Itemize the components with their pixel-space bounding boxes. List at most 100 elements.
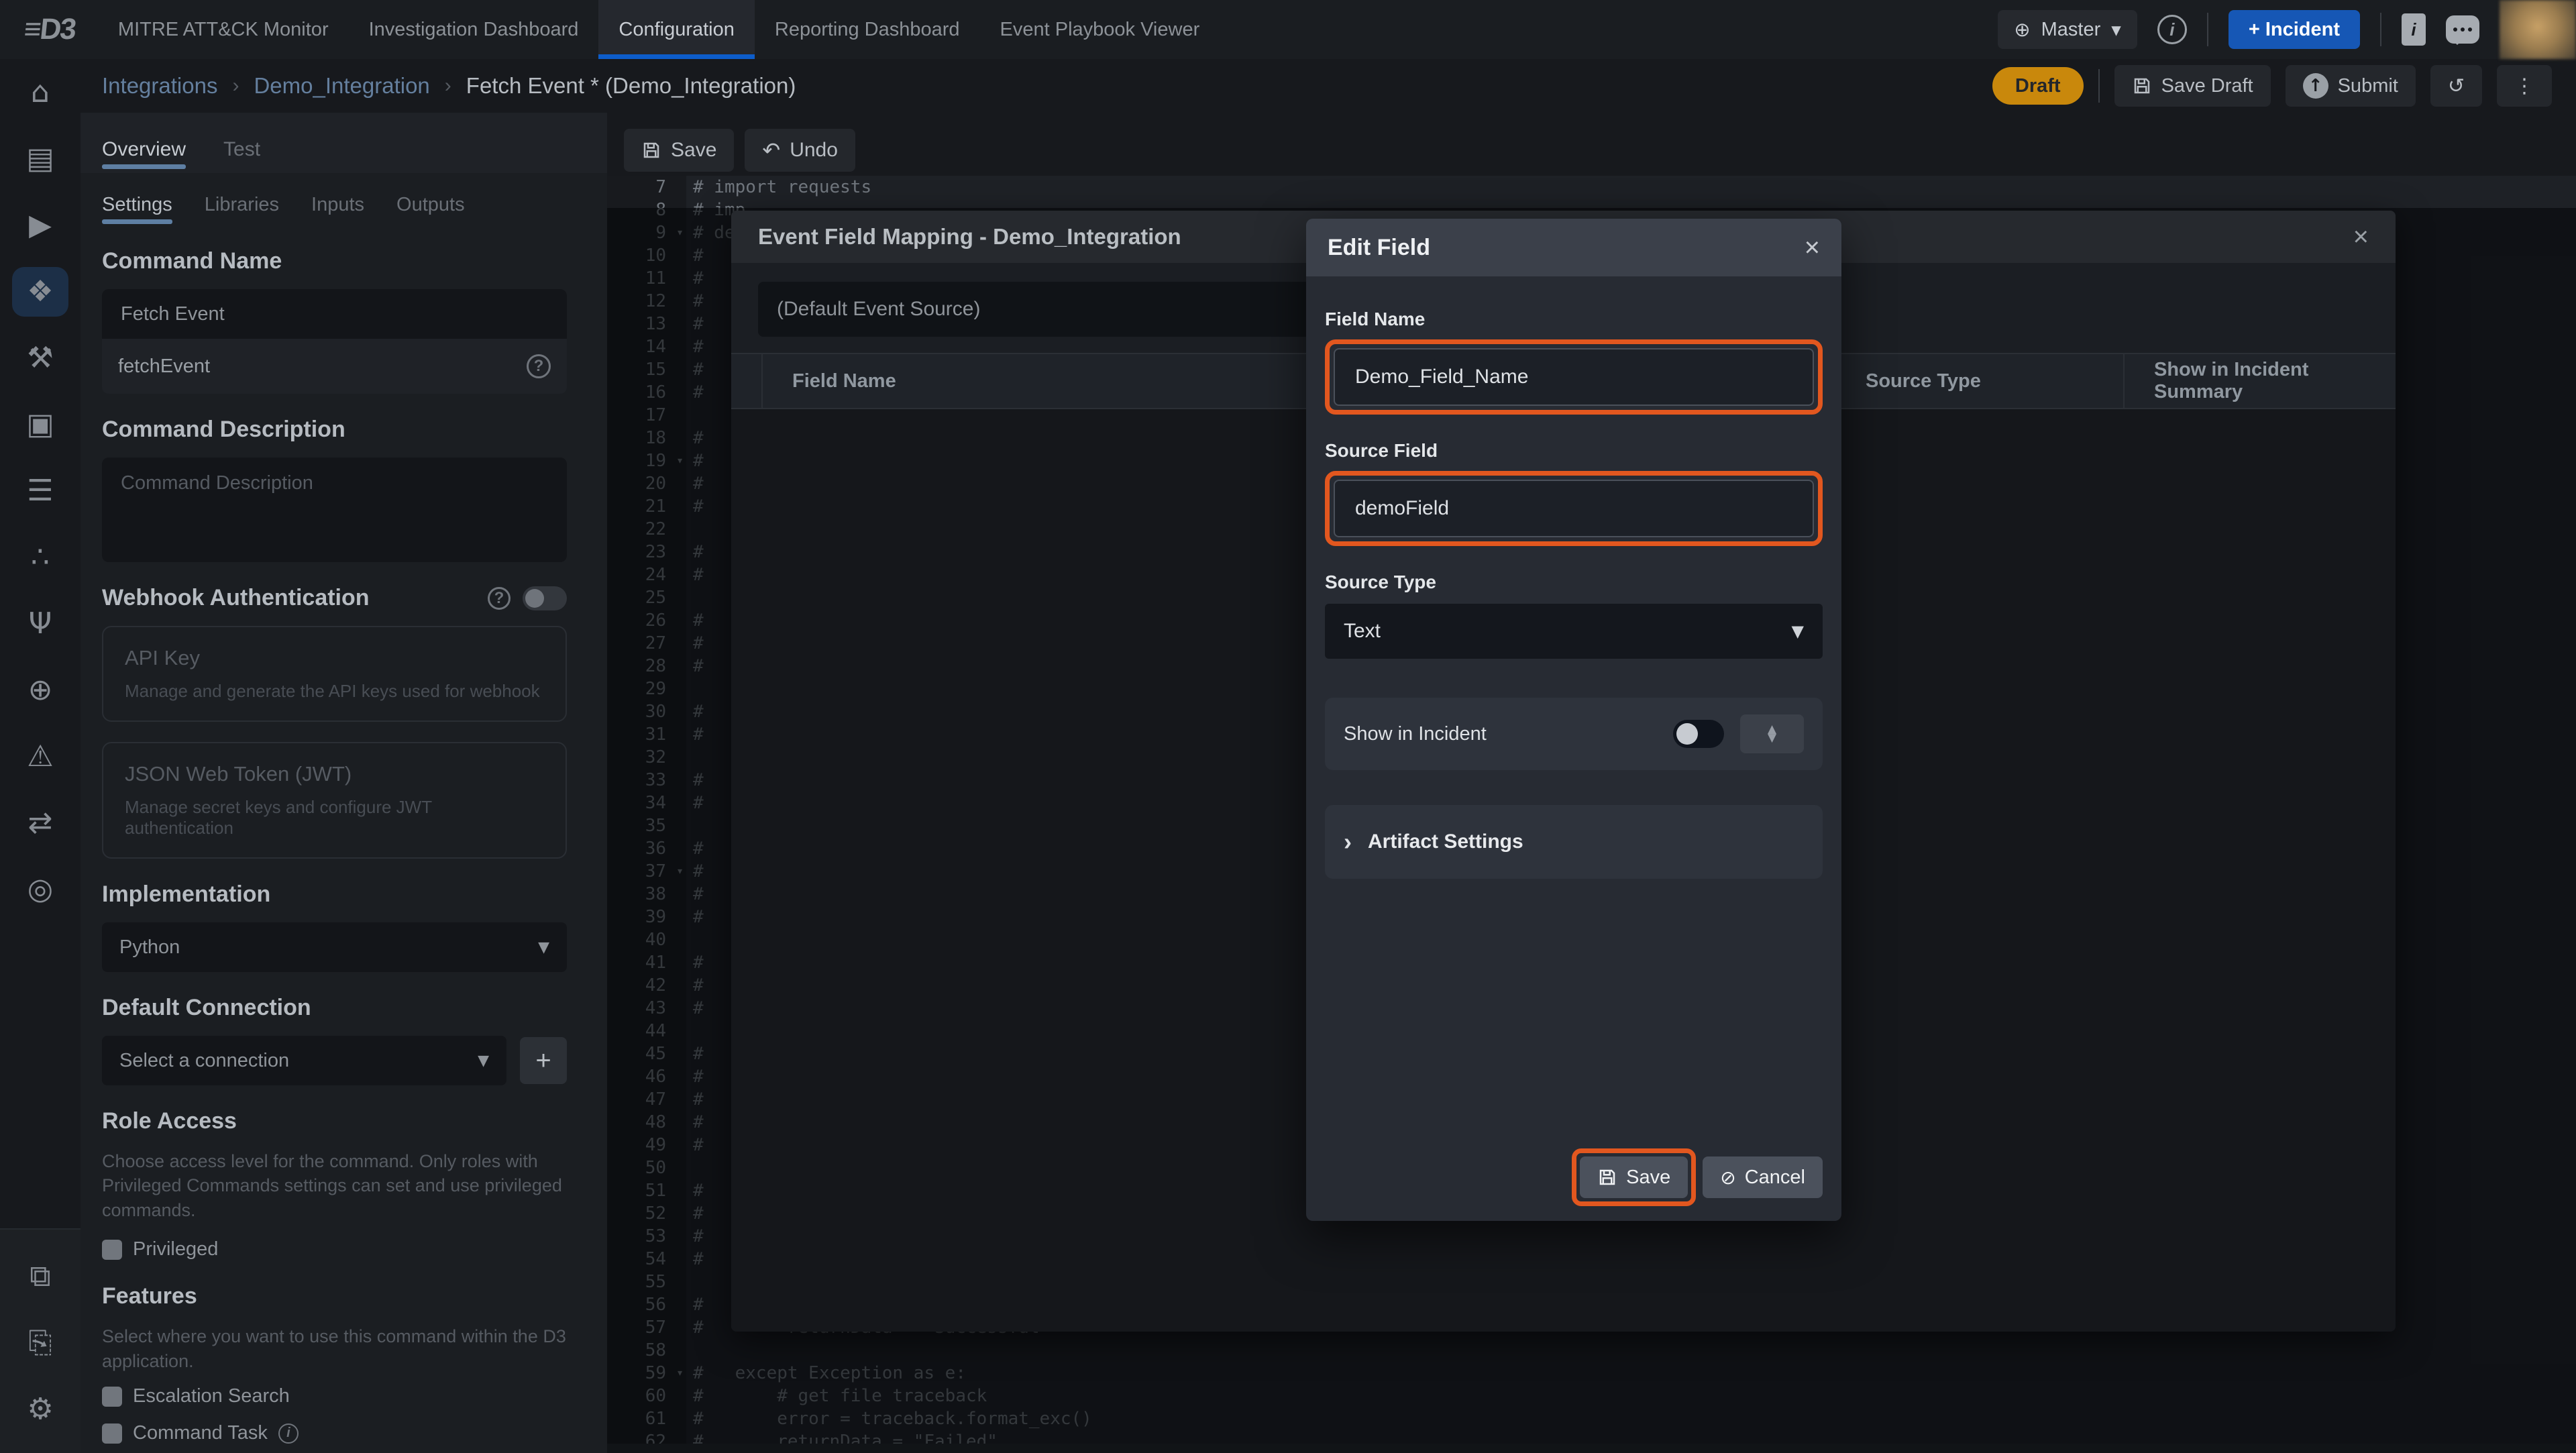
implementation-heading: Implementation xyxy=(102,881,567,908)
breadcrumb-actions: Draft Save Draft ↑ Submit ↺ ⋮ xyxy=(1992,65,2576,107)
modal-close-icon[interactable]: × xyxy=(1805,234,1820,261)
submit-button[interactable]: ↑ Submit xyxy=(2286,65,2416,107)
more-options-button[interactable]: ⋮ xyxy=(2497,65,2552,107)
stepper-down-icon[interactable]: ▼ xyxy=(1768,734,1776,743)
site-selector[interactable]: ⊕ Master ▾ xyxy=(1998,10,2137,49)
webhook-auth-heading: Webhook Authentication ? xyxy=(102,585,567,611)
command-description-input[interactable]: Command Description xyxy=(102,458,567,562)
ban-icon: ⊘ xyxy=(1720,1167,1735,1189)
globe-icon: ⊕ xyxy=(2014,18,2030,41)
sidebar-item-utilities[interactable]: ⊕ xyxy=(0,657,80,723)
nav-item-1[interactable]: Investigation Dashboard xyxy=(349,0,599,59)
help-icon[interactable]: ? xyxy=(488,587,511,610)
checkbox-icon[interactable] xyxy=(102,1423,122,1444)
source-field-input[interactable] xyxy=(1334,480,1814,537)
field-name-input[interactable] xyxy=(1334,348,1814,406)
webhook-auth-toggle[interactable] xyxy=(523,586,567,610)
subtab-settings[interactable]: Settings xyxy=(102,194,172,225)
nav-item-3[interactable]: Reporting Dashboard xyxy=(755,0,980,59)
info-icon[interactable]: i xyxy=(2157,15,2187,44)
sidebar-item-tools[interactable]: ⚒ xyxy=(0,325,80,391)
modal-cancel-button[interactable]: ⊘ Cancel xyxy=(1703,1156,1823,1198)
sidebar-item-home[interactable]: ⌂ xyxy=(0,59,80,125)
help-icon[interactable]: ? xyxy=(527,354,551,378)
tab-test[interactable]: Test xyxy=(223,138,260,173)
breadcrumb-demo-integration[interactable]: Demo_Integration xyxy=(254,73,429,99)
left-rail: ⌂ ▤▶❖⚒ ▣ ☰∴Ψ⊕⚠⇄◎ ⧉ ⎘⚙ xyxy=(0,59,80,1453)
app-screen: ≡D3 MITRE ATT&CK MonitorInvestigation Da… xyxy=(0,0,2576,1453)
feature-checkbox-list: Escalation SearchCommand TaskiAd-hoc Com… xyxy=(102,1385,567,1453)
sidebar-item-org-folder[interactable]: ⎘ xyxy=(0,1309,80,1376)
sidebar-item-integrations[interactable]: ❖ xyxy=(0,258,80,325)
modal-body: Field Name Source Field Source Type Text… xyxy=(1306,276,1841,1221)
default-connection-heading: Default Connection xyxy=(102,995,567,1021)
breadcrumb-integrations[interactable]: Integrations xyxy=(102,73,217,99)
history-button[interactable]: ↺ xyxy=(2430,65,2482,107)
editor-undo-button[interactable]: ↶ Undo xyxy=(745,129,855,172)
editor-save-button[interactable]: Save xyxy=(624,129,734,172)
windows-icon: ⧉ xyxy=(30,1259,50,1293)
modal-save-button[interactable]: Save xyxy=(1580,1156,1688,1198)
api-key-card[interactable]: API Key Manage and generate the API keys… xyxy=(102,626,567,722)
add-incident-button[interactable]: + Incident xyxy=(2229,10,2360,49)
features-desc: Select where you want to use this comman… xyxy=(102,1324,567,1373)
panel-title: Event Field Mapping - Demo_Integration xyxy=(758,224,1181,250)
tab-overview[interactable]: Overview xyxy=(102,138,186,173)
sidebar-item-settings-gear[interactable]: ⚙ xyxy=(0,1376,80,1442)
modal-cancel-label: Cancel xyxy=(1745,1167,1805,1189)
column-header-source-type: Source Type xyxy=(1835,354,2123,408)
subtab-inputs[interactable]: Inputs xyxy=(311,194,364,225)
field-name-highlight xyxy=(1325,339,1823,415)
sidebar-item-fingerprint[interactable]: ◎ xyxy=(0,856,80,922)
cases-icon: ▣ xyxy=(26,407,54,441)
nav-item-4[interactable]: Event Playbook Viewer xyxy=(980,0,1220,59)
sidebar-item-playbook[interactable]: ▶ xyxy=(0,192,80,258)
divider xyxy=(2380,13,2381,46)
jwt-card[interactable]: JSON Web Token (JWT) Manage secret keys … xyxy=(102,742,567,859)
artifact-settings-accordion[interactable]: › Artifact Settings xyxy=(1325,805,1823,879)
info-icon[interactable]: i xyxy=(278,1423,299,1444)
show-in-incident-toggle[interactable] xyxy=(1673,720,1724,748)
nav-item-0[interactable]: MITRE ATT&CK Monitor xyxy=(98,0,349,59)
sidebar-item-investigation-dashboard[interactable]: ▤ xyxy=(0,125,80,192)
privileged-checkbox-row[interactable]: Privileged xyxy=(102,1238,567,1260)
features-heading: Features xyxy=(102,1283,567,1309)
settings-form: Command Name fetchEvent ? Command Descri… xyxy=(80,225,607,1453)
sidebar-item-windows[interactable]: ⧉ xyxy=(0,1243,80,1309)
column-header-checkbox xyxy=(731,354,761,408)
feature-checkbox-row-1[interactable]: Command Task i xyxy=(102,1422,567,1444)
feature-checkbox-row-0[interactable]: Escalation Search xyxy=(102,1385,567,1407)
event-source-select[interactable]: (Default Event Source) ▼ xyxy=(758,282,1395,337)
checkbox-icon[interactable] xyxy=(102,1240,122,1260)
sidebar-item-broadcast[interactable]: Ψ xyxy=(0,590,80,657)
source-type-select[interactable]: Text ▼ xyxy=(1325,604,1823,659)
nav-item-2[interactable]: Configuration xyxy=(598,0,755,59)
sidebar-item-sync[interactable]: ⇄ xyxy=(0,790,80,856)
breadcrumb-current: Fetch Event * (Demo_Integration) xyxy=(466,73,796,99)
panel-close-icon[interactable]: × xyxy=(2353,223,2369,250)
editor-undo-label: Undo xyxy=(790,139,838,162)
chat-icon[interactable] xyxy=(2446,15,2479,44)
add-connection-button[interactable]: + xyxy=(520,1037,567,1084)
code-line[interactable]: 7# import requests xyxy=(607,176,2576,199)
command-name-input[interactable] xyxy=(102,289,567,339)
save-draft-button[interactable]: Save Draft xyxy=(2114,65,2271,107)
sidebar-item-database[interactable]: ☰ xyxy=(0,458,80,524)
connection-select[interactable]: Select a connection ▼ xyxy=(102,1036,506,1085)
sidebar-item-incident-report[interactable]: ⚠ xyxy=(0,723,80,790)
show-in-incident-row: Show in Incident ▲ ▼ xyxy=(1325,698,1823,770)
sidebar-item-link-graph[interactable]: ∴ xyxy=(0,524,80,590)
incident-order-stepper[interactable]: ▲ ▼ xyxy=(1740,714,1804,753)
jwt-title: JSON Web Token (JWT) xyxy=(125,762,544,786)
modal-save-label: Save xyxy=(1626,1167,1670,1189)
sidebar-item-cases[interactable]: ▣ xyxy=(0,391,80,458)
feature-label: Command Task xyxy=(133,1422,268,1444)
checkbox-icon[interactable] xyxy=(102,1387,122,1407)
home-icon: ⌂ xyxy=(31,75,50,109)
subtab-outputs[interactable]: Outputs xyxy=(396,194,465,225)
api-key-desc: Manage and generate the API keys used fo… xyxy=(125,681,544,702)
subtab-libraries[interactable]: Libraries xyxy=(205,194,279,225)
release-notes-icon[interactable]: i xyxy=(2402,13,2426,46)
avatar[interactable] xyxy=(2500,0,2576,59)
implementation-select[interactable]: Python ▼ xyxy=(102,922,567,972)
